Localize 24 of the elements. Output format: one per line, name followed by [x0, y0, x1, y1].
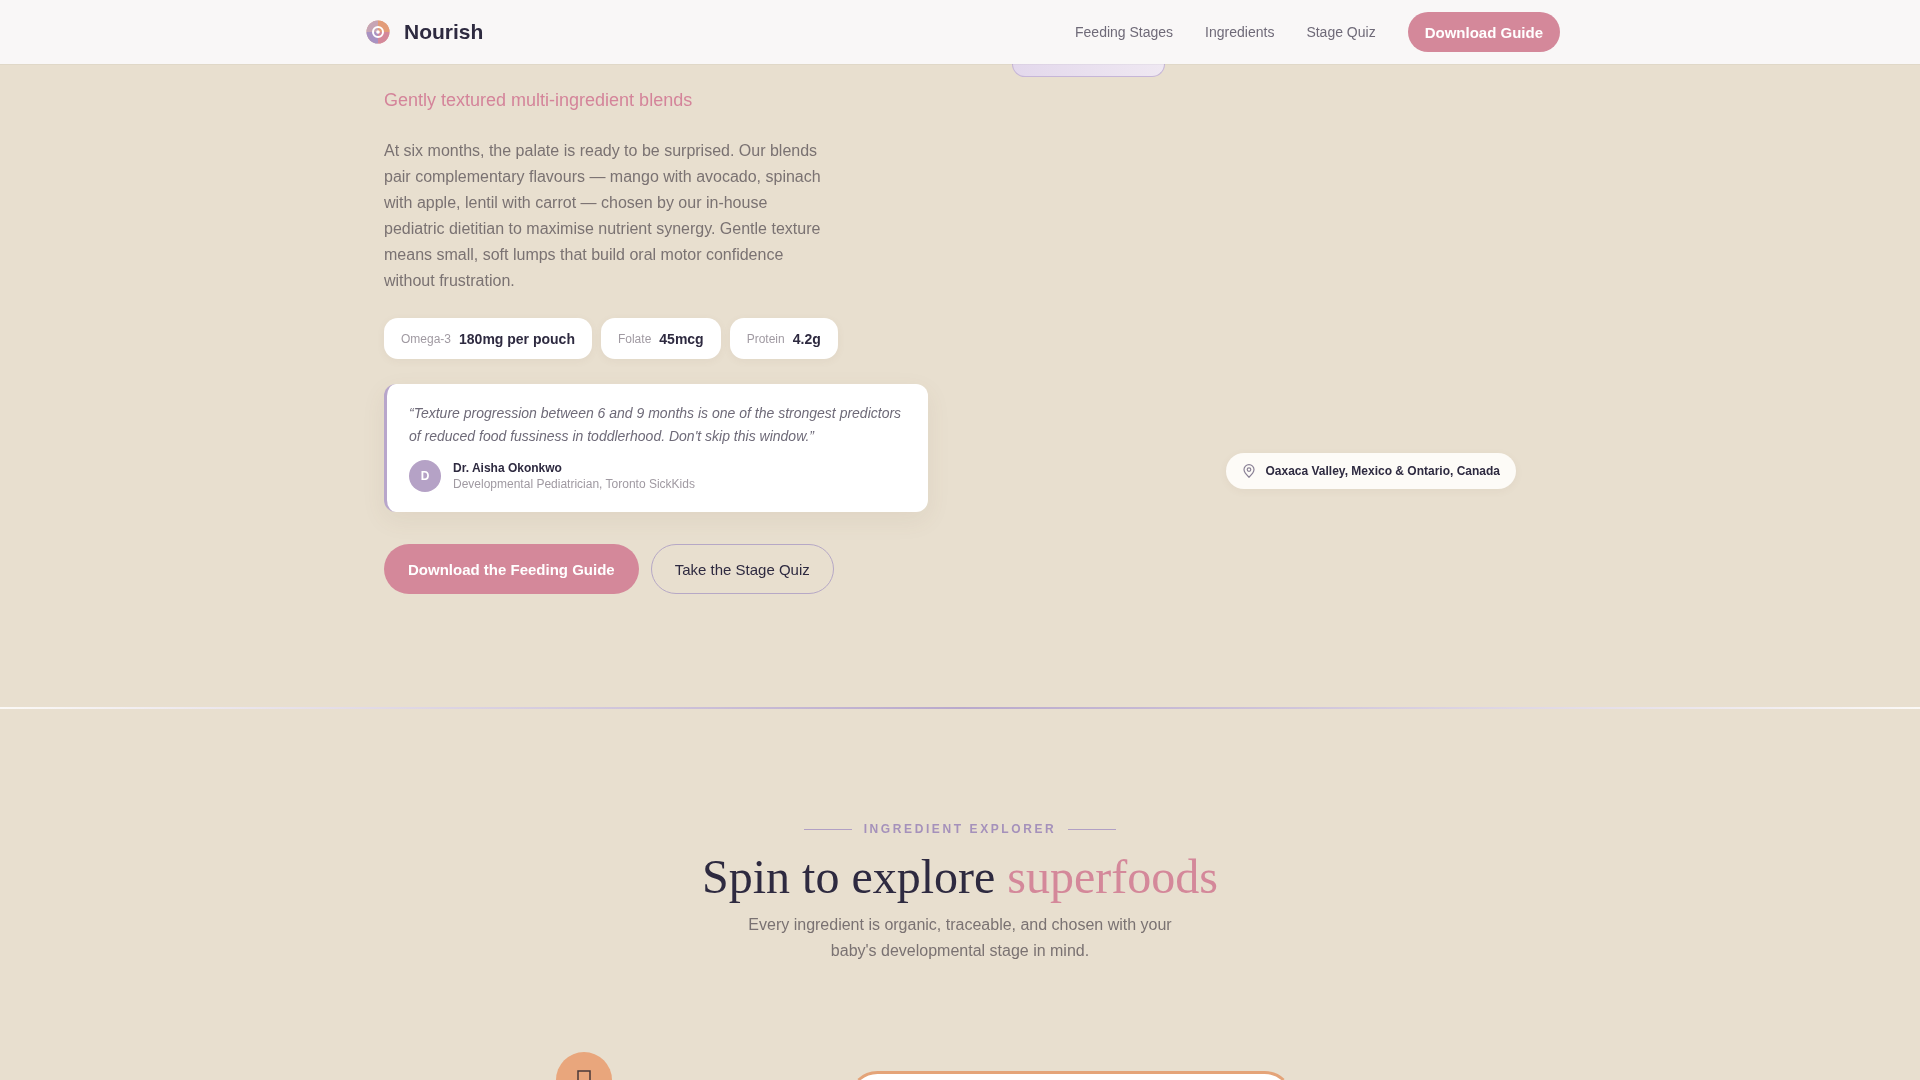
section-heading: Spin to explore superfoods — [702, 849, 1218, 905]
author-role: Developmental Pediatrician, Toronto SickKids — [453, 476, 695, 492]
map-pin-icon — [1243, 464, 1256, 478]
nav-link[interactable]: Ingredients — [1205, 24, 1275, 40]
section-eyebrow: INGREDIENT EXPLORER — [863, 821, 1057, 838]
primary-button[interactable]: Download the Feeding Guide — [384, 544, 639, 594]
logo-icon — [366, 20, 390, 44]
download-button[interactable]: Download Guide — [1407, 12, 1560, 52]
section-description: Every ingredient is organic, traceable, and chosen with your baby's developmental stage in mind. — [747, 915, 1173, 961]
nutrient-label: Omega-3 — [401, 331, 452, 346]
location-text: Oaxaca Valley, Mexico & Ontario, Canada — [1265, 464, 1500, 478]
nutrient-label: Protein — [746, 331, 785, 346]
quote-text: “Texture progression between 6 and 9 months is one of the strongest predictors of reduced food fussiness in toddlerhood. Don't skip this window.” — [409, 404, 903, 446]
nutrient-value: 45mcg — [659, 330, 704, 347]
nav-link[interactable]: Feeding Stages — [1075, 24, 1174, 40]
nutrient-value: 4.2g — [792, 330, 821, 347]
nav-link[interactable]: Stage Quiz — [1306, 24, 1376, 40]
hero-description: At six months, the palate is ready to be surprised. Our blends pair complementary flavours — mango with avocado, spinach with apple, lentil with carrot — chosen by our in-house pediatric dietitian to maximise nutrient synergy. Gentle texture means small, soft lumps that build oral motor confidence without frustration. — [384, 141, 822, 291]
author-name: Dr. Aisha Okonkwo — [453, 460, 563, 476]
nutrient-value: 180mg per pouch — [459, 330, 575, 347]
nutrient-label: Folate — [617, 331, 652, 346]
hero-subtitle: Gently textured multi-ingredient blends — [384, 89, 694, 112]
avatar-initial: D — [409, 460, 441, 492]
brand-name[interactable]: Nourish — [404, 20, 484, 44]
